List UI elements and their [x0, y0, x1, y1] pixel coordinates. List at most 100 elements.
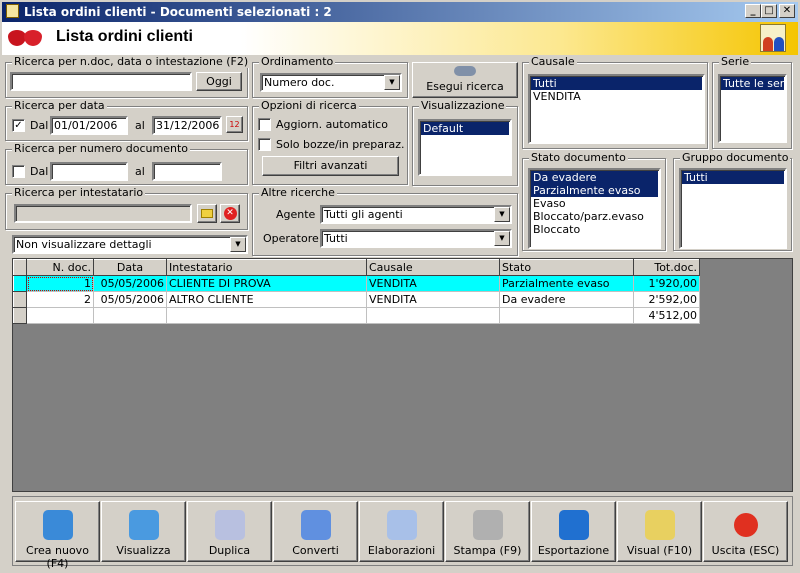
list-item[interactable]: Default — [421, 122, 509, 135]
serie-list[interactable]: Tutte le serie — [718, 74, 787, 143]
operator-label: Operatore : — [263, 232, 326, 245]
folder-icon[interactable] — [197, 204, 217, 223]
cell[interactable]: Parzialmente evaso — [499, 275, 634, 292]
processing-button[interactable]: Elaborazioni — [359, 501, 444, 562]
duplicate-button[interactable]: Duplica — [187, 501, 272, 562]
app-icon — [6, 4, 19, 18]
list-item[interactable]: Bloccato — [531, 223, 658, 236]
export-button[interactable]: Esportazione — [531, 501, 616, 562]
number-to-label: al — [135, 165, 145, 178]
magic-wand-icon — [644, 510, 675, 540]
chevron-down-icon[interactable]: ▼ — [494, 231, 510, 246]
magnifier-icon — [128, 510, 159, 540]
chevron-down-icon[interactable]: ▼ — [384, 75, 400, 90]
list-item[interactable]: Evaso — [531, 197, 658, 210]
cell[interactable]: 1 — [26, 275, 94, 292]
list-item[interactable]: Da evadere — [531, 171, 658, 184]
cell[interactable]: CLIENTE DI PROVA — [166, 275, 367, 292]
cell[interactable]: 05/05/2006 — [93, 275, 167, 292]
cell[interactable]: VENDITA — [366, 291, 500, 308]
cell[interactable]: ALTRO CLIENTE — [166, 291, 367, 308]
text-search-input[interactable] — [10, 72, 192, 91]
view-button[interactable]: Visualizza — [101, 501, 186, 562]
print-button[interactable]: Stampa (F9) — [445, 501, 530, 562]
exit-button[interactable]: Uscita (ESC) — [703, 501, 788, 562]
title-bar: Lista ordini clienti - Documenti selezio… — [0, 0, 800, 22]
row-header[interactable] — [13, 291, 27, 308]
cell[interactable]: VENDITA — [366, 275, 500, 292]
close-button[interactable]: ✕ — [779, 4, 795, 18]
agent-label: Agente : — [276, 208, 323, 221]
strawberry-logo-icon — [8, 28, 42, 46]
date-filter-checkbox[interactable]: ✓ — [12, 119, 25, 132]
window-title: Lista ordini clienti - Documenti selezio… — [24, 5, 332, 19]
cell[interactable]: Da evadere — [499, 291, 634, 308]
column-header[interactable]: Tot.doc. — [633, 259, 700, 276]
calendar-icon[interactable]: 12 — [226, 116, 243, 133]
number-filter-checkbox[interactable] — [12, 165, 25, 178]
maximize-button[interactable]: □ — [761, 4, 777, 18]
table-row[interactable]: 1 05/05/2006 CLIENTE DI PROVA VENDITA Pa… — [13, 275, 700, 292]
list-item[interactable]: Tutti — [531, 77, 702, 90]
floppy-disk-icon — [558, 510, 589, 540]
customers-list-icon — [760, 24, 786, 52]
column-header[interactable]: Intestatario — [166, 259, 367, 276]
cell[interactable]: 1'920,00 — [633, 275, 700, 292]
printer-icon — [472, 510, 503, 540]
advanced-filters-button[interactable]: Filtri avanzati — [262, 156, 399, 176]
stato-list[interactable]: Da evadere Parzialmente evaso Evaso Bloc… — [528, 168, 661, 249]
convert-icon — [300, 510, 331, 540]
list-item[interactable]: Tutti — [682, 171, 784, 184]
number-from-input[interactable] — [50, 162, 128, 181]
details-combo[interactable]: Non visualizzare dettagli ▼ — [12, 235, 248, 254]
minimize-button[interactable]: _ — [745, 4, 761, 18]
operator-combo[interactable]: Tutti ▼ — [320, 229, 512, 248]
clear-icon[interactable]: ✕ — [220, 204, 240, 223]
agent-combo[interactable]: Tutti gli agenti ▼ — [320, 205, 512, 224]
causale-list[interactable]: Tutti VENDITA — [528, 74, 705, 144]
binoculars-icon — [454, 66, 476, 76]
list-item[interactable]: Tutte le serie — [721, 77, 784, 90]
cell[interactable]: 05/05/2006 — [93, 291, 167, 308]
group-label: Serie — [719, 55, 752, 68]
auto-update-checkbox[interactable] — [258, 118, 271, 131]
number-to-input[interactable] — [152, 162, 222, 181]
duplicate-icon — [214, 510, 245, 540]
create-new-button[interactable]: Crea nuovo (F4) — [15, 501, 100, 570]
visual-button[interactable]: Visual (F10) — [617, 501, 702, 562]
cell[interactable]: 2'592,00 — [633, 291, 700, 308]
chevron-down-icon[interactable]: ▼ — [230, 237, 246, 252]
operator-value: Tutti — [324, 232, 348, 245]
button-label: Visualizza — [116, 544, 171, 557]
documents-grid[interactable]: N. doc. Data Intestatario Causale Stato … — [12, 258, 793, 492]
date-from-input[interactable]: 01/01/2006 — [50, 116, 128, 135]
column-header[interactable]: Stato — [499, 259, 634, 276]
cell[interactable]: 2 — [26, 291, 94, 308]
column-header[interactable]: Causale — [366, 259, 500, 276]
column-header[interactable]: Data — [93, 259, 167, 276]
list-item[interactable]: Parzialmente evaso — [531, 184, 658, 197]
number-from-label: Dal — [30, 165, 49, 178]
execute-search-label: Esegui ricerca — [426, 80, 504, 93]
today-button[interactable]: Oggi — [196, 72, 242, 91]
drafts-only-checkbox[interactable] — [258, 138, 271, 151]
holder-input[interactable] — [14, 204, 192, 223]
ordering-combo[interactable]: Numero doc. ▼ — [260, 73, 402, 92]
execute-search-button[interactable]: Esegui ricerca — [412, 62, 518, 98]
group-label: Visualizzazione — [419, 99, 507, 112]
table-row[interactable]: 2 05/05/2006 ALTRO CLIENTE VENDITA Da ev… — [13, 291, 700, 308]
button-label: Esportazione — [537, 544, 610, 557]
agent-value: Tutti gli agenti — [324, 208, 403, 221]
auto-update-label: Aggiorn. automatico — [276, 118, 388, 131]
date-to-input[interactable]: 31/12/2006 — [152, 116, 222, 135]
row-header[interactable] — [13, 275, 27, 292]
group-label: Opzioni di ricerca — [259, 99, 359, 112]
convert-button[interactable]: Converti — [273, 501, 358, 562]
button-label: Uscita (ESC) — [711, 544, 780, 557]
list-item[interactable]: VENDITA — [531, 90, 702, 103]
chevron-down-icon[interactable]: ▼ — [494, 207, 510, 222]
list-item[interactable]: Bloccato/parz.evaso — [531, 210, 658, 223]
view-list[interactable]: Default — [418, 119, 512, 176]
gruppo-list[interactable]: Tutti — [679, 168, 787, 249]
column-header[interactable]: N. doc. — [26, 259, 94, 276]
